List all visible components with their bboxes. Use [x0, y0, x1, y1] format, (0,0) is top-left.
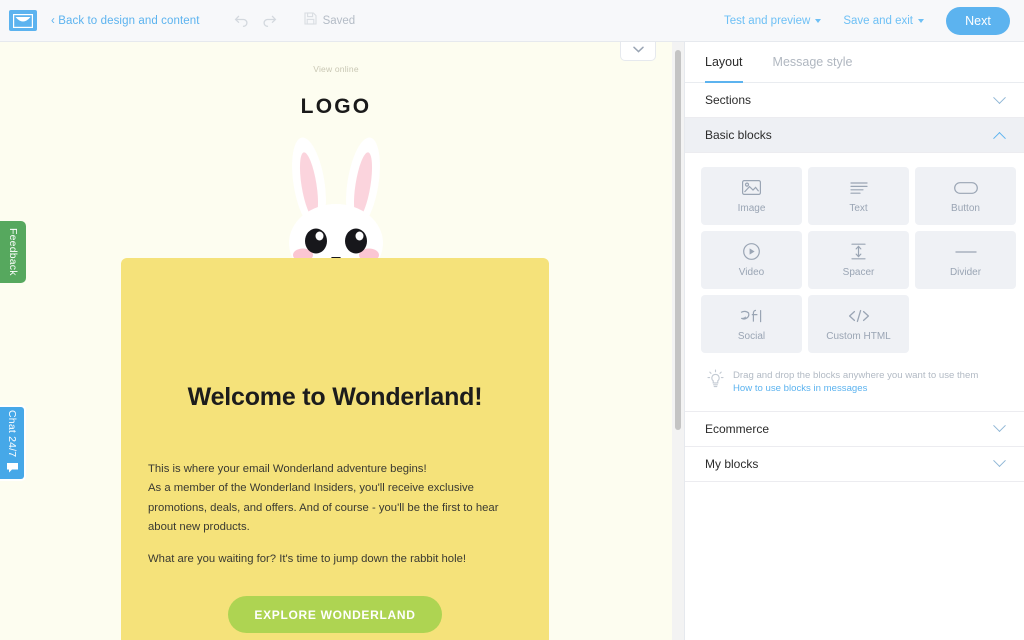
body-paragraph-1: This is where your email Wonderland adve…: [148, 463, 427, 475]
how-to-use-blocks-link[interactable]: How to use blocks in messages: [733, 383, 978, 394]
accordion-my-blocks[interactable]: My blocks: [685, 447, 1024, 482]
block-button[interactable]: Button: [915, 167, 1016, 225]
block-spacer-label: Spacer: [842, 266, 875, 278]
chevron-down-icon: [918, 19, 924, 23]
welcome-heading[interactable]: Welcome to Wonderland!: [121, 383, 549, 412]
block-custom-html-label: Custom HTML: [826, 330, 891, 342]
accordion-ecommerce-label: Ecommerce: [705, 421, 770, 436]
accordion-ecommerce[interactable]: Ecommerce: [685, 412, 1024, 447]
right-panel: Layout Message style Sections Basic bloc…: [684, 42, 1024, 640]
blocks-hint: Drag and drop the blocks anywhere you wa…: [685, 353, 1024, 394]
chat-label: Chat 24/7: [6, 409, 18, 458]
chevron-down-icon: [993, 90, 1006, 104]
block-text[interactable]: Text: [808, 167, 909, 225]
explore-wonderland-button[interactable]: EXPLORE WONDERLAND: [228, 596, 442, 634]
chevron-down-icon: [993, 419, 1006, 433]
accordion-my-blocks-label: My blocks: [705, 456, 759, 471]
canvas-scrollbar-thumb[interactable]: [675, 50, 681, 430]
saved-label: Saved: [322, 14, 356, 27]
email-canvas[interactable]: View online LOGO Welcome to Wonderland! …: [0, 42, 672, 640]
button-pill-icon: [953, 179, 978, 197]
test-and-preview-label: Test and preview: [724, 15, 811, 27]
block-spacer[interactable]: Spacer: [808, 231, 909, 289]
next-button[interactable]: Next: [946, 7, 1010, 35]
collapse-canvas-toggle[interactable]: [620, 42, 656, 61]
block-social[interactable]: Social: [701, 295, 802, 353]
block-video[interactable]: Video: [701, 231, 802, 289]
test-and-preview-menu[interactable]: Test and preview: [724, 15, 822, 27]
text-lines-icon: [849, 179, 868, 197]
play-circle-icon: [743, 243, 760, 261]
top-toolbar: ‹ Back to design and content Saved Test …: [0, 0, 1024, 42]
back-to-design-link[interactable]: ‹ Back to design and content: [51, 15, 200, 27]
welcome-card-block[interactable]: Welcome to Wonderland! This is where you…: [121, 258, 549, 640]
accordion-sections[interactable]: Sections: [685, 83, 1024, 118]
email-logo-text[interactable]: LOGO: [0, 95, 672, 119]
save-and-exit-menu[interactable]: Save and exit: [843, 15, 924, 27]
blocks-hint-text: Drag and drop the blocks anywhere you wa…: [733, 370, 979, 381]
block-button-label: Button: [951, 202, 980, 214]
accordion-basic-blocks-label: Basic blocks: [705, 128, 772, 142]
top-actions: Test and preview Save and exit Next: [724, 0, 1010, 42]
accordion-basic-blocks[interactable]: Basic blocks: [685, 118, 1024, 153]
blocks-hint-text-group: Drag and drop the blocks anywhere you wa…: [733, 369, 978, 394]
history-controls: [234, 14, 277, 27]
accordion-sections-label: Sections: [705, 93, 752, 107]
chevron-down-icon: [815, 19, 822, 23]
lightbulb-icon: [707, 369, 724, 393]
body-paragraph-2: As a member of the Wonderland Insiders, …: [148, 482, 499, 534]
redo-icon[interactable]: [262, 14, 277, 27]
welcome-body-text[interactable]: This is where your email Wonderland adve…: [148, 460, 522, 569]
spacer-icon: [850, 243, 867, 261]
canvas-scrollbar[interactable]: [672, 42, 684, 640]
envelope-icon[interactable]: [9, 10, 37, 31]
cta-container: EXPLORE WONDERLAND: [121, 596, 549, 634]
panel-tab-bar: Layout Message style: [685, 42, 1024, 83]
social-icon: [740, 307, 764, 325]
block-video-label: Video: [738, 266, 765, 278]
image-icon: [742, 179, 761, 197]
block-image-label: Image: [737, 202, 766, 214]
chevron-down-icon: [993, 454, 1006, 468]
save-and-exit-label: Save and exit: [843, 15, 913, 27]
save-status: Saved: [304, 11, 356, 30]
feedback-tab[interactable]: Feedback: [0, 221, 26, 283]
chat-tab[interactable]: Chat 24/7: [0, 405, 26, 481]
block-divider-label: Divider: [949, 266, 982, 278]
code-icon: [848, 307, 870, 325]
block-text-label: Text: [849, 202, 868, 214]
block-divider[interactable]: Divider: [915, 231, 1016, 289]
tab-message-style[interactable]: Message style: [773, 42, 853, 83]
divider-icon: [954, 243, 977, 261]
view-online-link[interactable]: View online: [0, 64, 672, 74]
chevron-up-icon: [993, 131, 1006, 145]
block-custom-html[interactable]: Custom HTML: [808, 295, 909, 353]
undo-icon[interactable]: [234, 14, 249, 27]
floppy-disk-icon: [304, 11, 317, 30]
basic-blocks-grid: Image Text Button Video Spacer Divider S…: [685, 153, 1024, 353]
body-paragraph-3: What are you waiting for? It's time to j…: [148, 552, 467, 565]
feedback-label: Feedback: [7, 228, 19, 276]
email-editor-app: ‹ Back to design and content Saved Test …: [0, 0, 1024, 640]
block-image[interactable]: Image: [701, 167, 802, 225]
chat-bubble-icon: [6, 462, 19, 476]
block-social-label: Social: [737, 330, 766, 342]
tab-layout[interactable]: Layout: [705, 42, 743, 83]
